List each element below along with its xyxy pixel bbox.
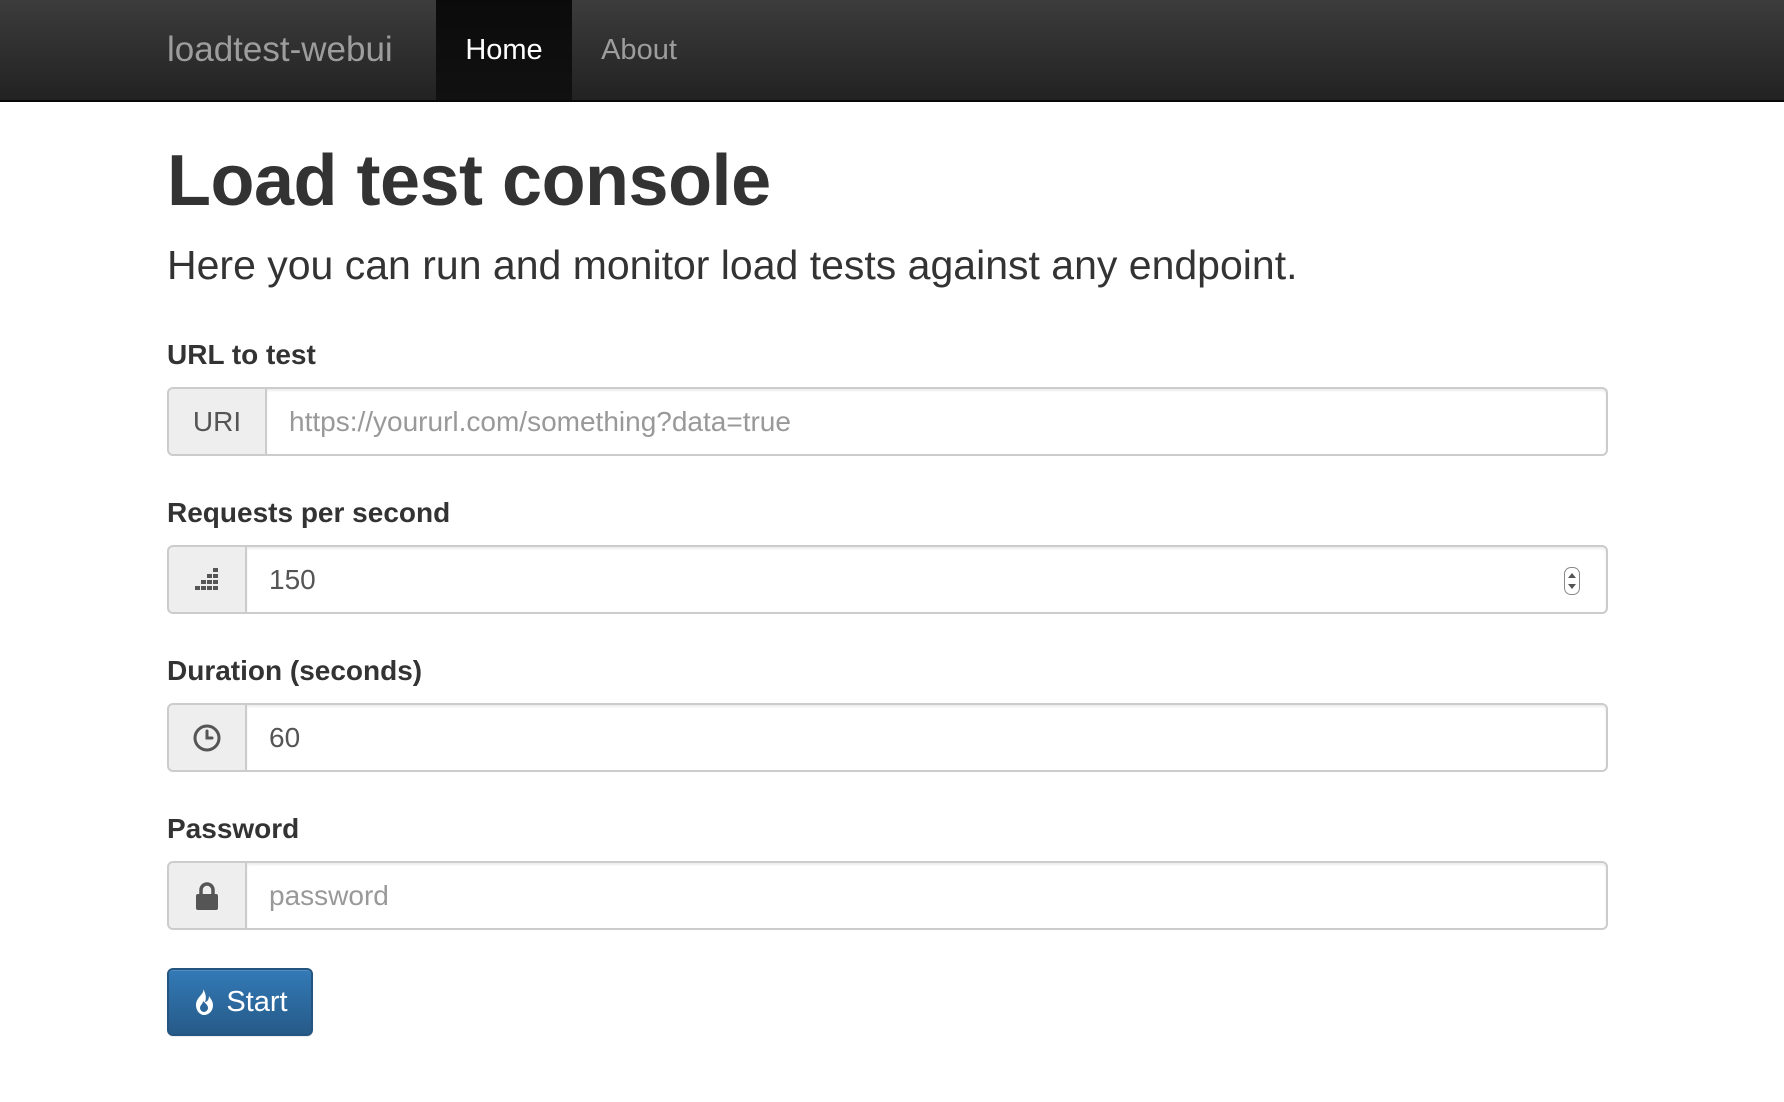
lock-icon	[196, 881, 218, 910]
navbar-brand[interactable]: loadtest-webui	[167, 0, 393, 100]
url-input-group: URI https://yoururl.com/something?data=t…	[167, 387, 1608, 456]
rps-input[interactable]: 150	[247, 545, 1608, 614]
duration-input-group: 60	[167, 703, 1608, 772]
start-button-label: Start	[226, 985, 288, 1018]
url-input[interactable]: https://yoururl.com/something?data=true	[267, 387, 1608, 456]
password-input-group: password	[167, 861, 1608, 930]
start-button[interactable]: Start	[167, 968, 313, 1036]
duration-label: Duration (seconds)	[167, 655, 423, 686]
signal-bars-icon	[195, 567, 218, 590]
nav-item-about[interactable]: About	[572, 0, 706, 100]
nav-item-home[interactable]: Home	[436, 0, 572, 100]
rps-input-group: 150	[167, 545, 1608, 614]
navbar: loadtest-webui Home About	[0, 0, 1784, 102]
duration-input[interactable]: 60	[247, 703, 1608, 772]
clock-icon	[193, 724, 221, 751]
rps-addon	[167, 545, 247, 614]
page-title: Load test console	[167, 141, 771, 221]
password-addon	[167, 861, 247, 930]
password-label: Password	[167, 813, 300, 844]
rps-label: Requests per second	[167, 497, 451, 528]
url-label: URL to test	[167, 339, 316, 370]
rps-value: 150	[269, 563, 316, 595]
duration-addon	[167, 703, 247, 772]
url-addon: URI	[167, 387, 267, 456]
page-lead: Here you can run and monitor load tests …	[167, 242, 1298, 288]
fire-icon	[196, 989, 214, 1015]
password-input[interactable]: password	[247, 861, 1608, 930]
number-spinner[interactable]	[1564, 567, 1580, 595]
